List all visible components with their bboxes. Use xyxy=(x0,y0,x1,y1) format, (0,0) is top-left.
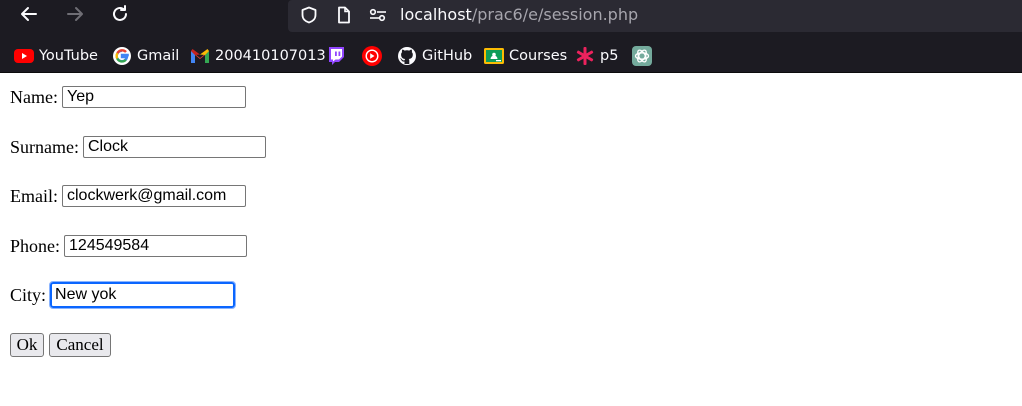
bookmark-twitch[interactable] xyxy=(326,45,346,67)
google-classroom-icon xyxy=(484,46,504,66)
bookmark-youtube-music[interactable] xyxy=(362,45,382,67)
forward-icon[interactable] xyxy=(62,1,88,27)
email-field[interactable]: clockwerk@gmail.com xyxy=(62,185,246,207)
name-row: Name: Yep xyxy=(10,83,246,111)
bookmark-chatgpt[interactable] xyxy=(632,45,652,67)
youtube-icon xyxy=(14,46,34,66)
bookmark-youtube[interactable]: YouTube xyxy=(14,45,98,67)
bookmark-label: Gmail xyxy=(137,48,180,64)
reload-icon[interactable] xyxy=(107,1,133,27)
bookmark-label: GitHub xyxy=(422,48,473,64)
bookmark-p5[interactable]: p5 xyxy=(575,45,618,67)
bookmarks-toolbar: YouTube Gmail 200410107013 GitHub Course… xyxy=(0,40,1022,72)
page-content: Name: Yep Surname: Clock Email: clockwer… xyxy=(0,73,1022,406)
city-label: City: xyxy=(10,284,47,305)
surname-label: Surname: xyxy=(10,136,79,157)
github-icon xyxy=(397,46,417,66)
bookmark-label: Courses xyxy=(509,48,568,64)
phone-row: Phone: 124549584 xyxy=(10,232,248,260)
navigation-toolbar: localhost/prac6/e/session.php xyxy=(0,0,1022,32)
youtube-music-icon xyxy=(362,46,382,66)
bookmark-label: 200410107013 xyxy=(215,48,326,64)
p5-icon xyxy=(575,46,595,66)
bookmark-github[interactable]: GitHub xyxy=(397,45,472,67)
chatgpt-icon xyxy=(632,46,652,66)
surname-field[interactable]: Clock xyxy=(83,136,266,158)
url-text[interactable]: localhost/prac6/e/session.php xyxy=(400,5,638,25)
bookmark-label: YouTube xyxy=(39,48,98,64)
email-row: Email: clockwerk@gmail.com xyxy=(10,182,246,210)
name-field[interactable]: Yep xyxy=(61,86,246,108)
google-icon xyxy=(112,46,132,66)
browser-chrome: localhost/prac6/e/session.php YouTube Gm… xyxy=(0,0,1022,73)
city-row: City: New yok xyxy=(10,281,237,309)
city-field[interactable]: New yok xyxy=(49,281,237,309)
email-label: Email: xyxy=(10,185,58,206)
phone-label: Phone: xyxy=(10,235,61,256)
ok-button[interactable]: Ok xyxy=(10,333,44,357)
bookmark-200410107013[interactable]: 200410107013 xyxy=(190,45,326,67)
phone-field[interactable]: 124549584 xyxy=(64,235,248,257)
surname-row: Surname: Clock xyxy=(10,133,266,161)
bookmark-courses[interactable]: Courses xyxy=(484,45,567,67)
url-host: localhost xyxy=(400,5,472,24)
page-icon[interactable] xyxy=(333,4,355,26)
gmail-icon xyxy=(190,46,210,66)
bookmark-label: p5 xyxy=(600,48,619,64)
name-label: Name: xyxy=(10,86,58,107)
url-path: /prac6/e/session.php xyxy=(471,5,639,24)
shield-icon[interactable] xyxy=(298,4,320,26)
back-icon[interactable] xyxy=(16,1,42,27)
cancel-button[interactable]: Cancel xyxy=(49,333,111,357)
bookmark-gmail[interactable]: Gmail xyxy=(112,45,179,67)
site-permissions-icon[interactable] xyxy=(367,4,389,26)
address-bar[interactable]: localhost/prac6/e/session.php xyxy=(288,0,1022,32)
twitch-icon xyxy=(326,46,346,66)
